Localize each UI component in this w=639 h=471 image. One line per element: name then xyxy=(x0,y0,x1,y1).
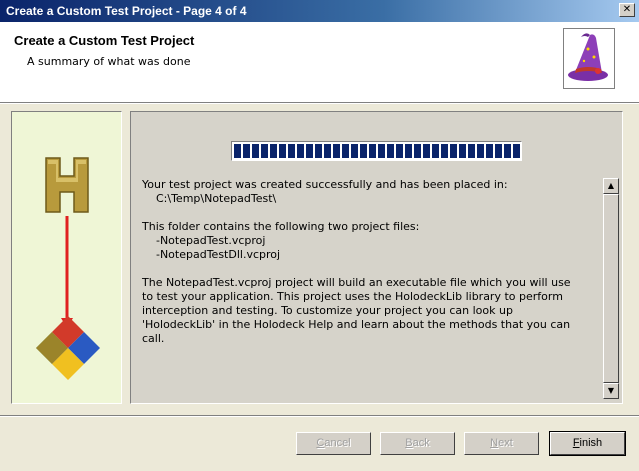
window-title: Create a Custom Test Project - Page 4 of… xyxy=(6,4,247,18)
scroll-down-icon: ▼ xyxy=(607,386,615,395)
summary-line: C:\Temp\NotepadTest\ xyxy=(142,192,277,205)
summary-line: -NotepadTestDll.vcproj xyxy=(142,248,281,261)
summary-line: to test your application. This project u… xyxy=(142,290,563,303)
close-icon: ✕ xyxy=(622,4,632,15)
progress-segment xyxy=(387,144,394,158)
wizard-header: Create a Custom Test Project A summary o… xyxy=(0,22,639,103)
scroll-thumb[interactable] xyxy=(603,194,619,383)
progress-bar xyxy=(231,141,522,161)
progress-segment xyxy=(405,144,412,158)
progress-segment xyxy=(441,144,448,158)
progress-segment xyxy=(486,144,493,158)
progress-segment xyxy=(270,144,277,158)
progress-segment xyxy=(477,144,484,158)
side-graphic-panel xyxy=(11,111,122,404)
progress-segment xyxy=(360,144,367,158)
summary-line: -NotepadTest.vcproj xyxy=(142,234,266,247)
progress-segment xyxy=(288,144,295,158)
progress-segment xyxy=(306,144,313,158)
progress-segment xyxy=(459,144,466,158)
summary-line: interception and testing. To customize y… xyxy=(142,304,513,317)
summary-line: Your test project was created successful… xyxy=(142,178,508,191)
visual-studio-logo xyxy=(36,316,100,380)
progress-segment xyxy=(333,144,340,158)
back-button[interactable]: Back xyxy=(380,432,455,455)
progress-segment xyxy=(351,144,358,158)
progress-segment xyxy=(432,144,439,158)
title-bar[interactable]: Create a Custom Test Project - Page 4 of… xyxy=(0,0,639,22)
holodeck-h-logo xyxy=(45,157,89,213)
summary-line: The NotepadTest.vcproj project will buil… xyxy=(142,276,571,289)
progress-segment xyxy=(369,144,376,158)
progress-segment xyxy=(495,144,502,158)
summary-scrollbar[interactable]: ▲ ▼ xyxy=(603,178,619,399)
page-subtitle: A summary of what was done xyxy=(27,55,191,68)
progress-segment xyxy=(504,144,511,158)
wizard-hat-icon xyxy=(563,28,615,89)
finish-button[interactable]: Finish xyxy=(549,431,626,456)
header-separator xyxy=(0,103,639,104)
scroll-up-icon: ▲ xyxy=(607,181,615,190)
progress-segment xyxy=(378,144,385,158)
progress-segment xyxy=(450,144,457,158)
progress-segment xyxy=(396,144,403,158)
scroll-up-button[interactable]: ▲ xyxy=(603,178,619,194)
progress-segment xyxy=(234,144,241,158)
progress-segment xyxy=(297,144,304,158)
progress-segment xyxy=(261,144,268,158)
cancel-button[interactable]: Cancel xyxy=(296,432,371,455)
progress-segment xyxy=(513,144,520,158)
scroll-down-button[interactable]: ▼ xyxy=(603,383,619,399)
progress-segment xyxy=(423,144,430,158)
progress-segment xyxy=(342,144,349,158)
progress-segment xyxy=(243,144,250,158)
summary-line: This folder contains the following two p… xyxy=(142,220,420,233)
next-button[interactable]: Next xyxy=(464,432,539,455)
close-button[interactable]: ✕ xyxy=(619,3,635,17)
progress-segment xyxy=(468,144,475,158)
progress-segment xyxy=(414,144,421,158)
summary-text[interactable]: Your test project was created successful… xyxy=(142,178,597,398)
summary-line: 'HolodeckLib' in the Holodeck Help and l… xyxy=(142,318,571,331)
red-down-arrow xyxy=(61,216,73,328)
progress-segment xyxy=(252,144,259,158)
progress-segment xyxy=(315,144,322,158)
progress-segment xyxy=(279,144,286,158)
progress-segment xyxy=(324,144,331,158)
page-title: Create a Custom Test Project xyxy=(14,33,195,48)
summary-line: call. xyxy=(142,332,165,345)
summary-panel: Your test project was created successful… xyxy=(130,111,623,404)
